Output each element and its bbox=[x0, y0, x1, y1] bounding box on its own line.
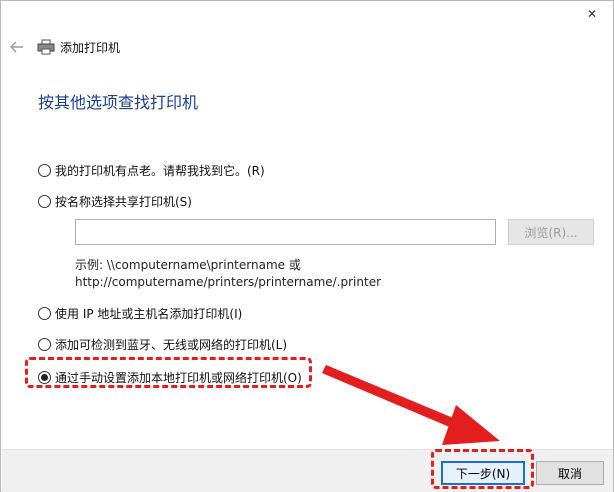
add-printer-dialog: ✕ 添加打印机 按其他选项查找打印机 我的打印机有点老。请帮我找到它。(R) 按… bbox=[0, 0, 614, 492]
wizard-title: 添加打印机 bbox=[60, 41, 121, 55]
radio-shared-by-name[interactable] bbox=[38, 195, 51, 208]
radio-old-printer[interactable] bbox=[38, 164, 51, 177]
example-line-2: http://computername/printers/printername… bbox=[75, 275, 382, 289]
cancel-button[interactable]: 取消 bbox=[536, 461, 604, 485]
option-ip-hostname[interactable]: 使用 IP 地址或主机名添加打印机(I) bbox=[38, 305, 242, 322]
option-old-printer[interactable]: 我的打印机有点老。请帮我找到它。(R) bbox=[38, 162, 265, 179]
back-arrow-icon bbox=[10, 41, 23, 53]
option-label: 使用 IP 地址或主机名添加打印机(I) bbox=[55, 307, 243, 321]
radio-ip-hostname[interactable] bbox=[38, 307, 51, 320]
close-icon: ✕ bbox=[586, 7, 598, 21]
option-label: 添加可检测到蓝牙、无线或网络的打印机(L) bbox=[55, 338, 288, 352]
option-shared-by-name[interactable]: 按名称选择共享打印机(S) bbox=[38, 193, 192, 210]
highlight-manual-option bbox=[25, 357, 312, 388]
printer-icon bbox=[37, 39, 55, 55]
radio-bluetooth-wireless[interactable] bbox=[38, 338, 51, 351]
option-label: 我的打印机有点老。请帮我找到它。(R) bbox=[55, 164, 265, 178]
close-button[interactable]: ✕ bbox=[579, 3, 605, 25]
shared-printer-name-input[interactable] bbox=[75, 219, 496, 245]
example-text: 示例: \\computername\printername 或 http://… bbox=[75, 257, 381, 291]
back-button[interactable] bbox=[7, 37, 27, 57]
option-bluetooth-wireless[interactable]: 添加可检测到蓝牙、无线或网络的打印机(L) bbox=[38, 336, 287, 353]
highlight-next-button bbox=[431, 449, 534, 489]
browse-button[interactable]: 浏览(R)... bbox=[508, 219, 594, 245]
option-label: 按名称选择共享打印机(S) bbox=[55, 195, 192, 209]
example-line-1: 示例: \\computername\printername 或 bbox=[75, 258, 301, 272]
page-heading: 按其他选项查找打印机 bbox=[38, 93, 199, 112]
